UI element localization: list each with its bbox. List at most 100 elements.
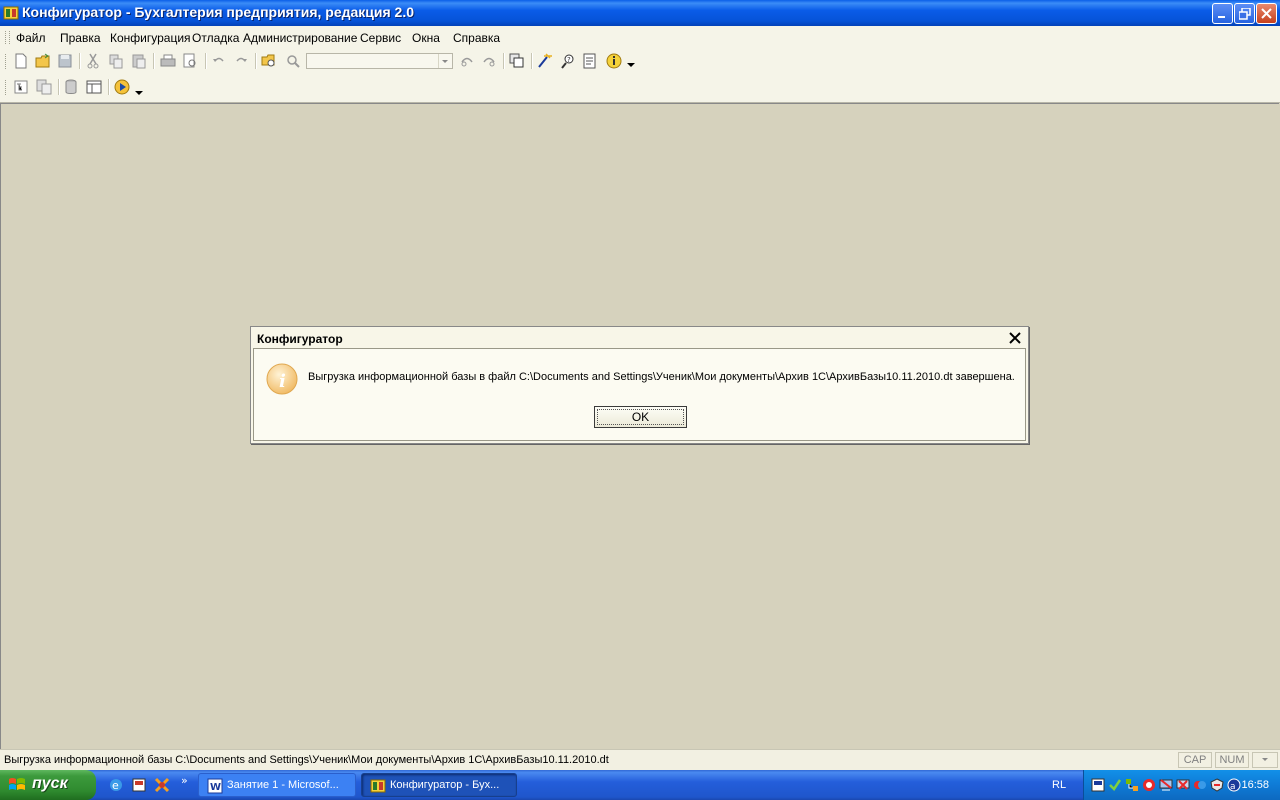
word-icon: W xyxy=(207,778,223,794)
quicklaunch-more-icon[interactable]: » xyxy=(181,774,188,787)
task-button-configurator[interactable]: Конфигуратор - Бух... xyxy=(361,773,517,797)
find-next-icon[interactable] xyxy=(458,52,476,70)
tray-save-icon[interactable] xyxy=(1091,778,1105,792)
redo-icon[interactable] xyxy=(232,52,250,70)
message-dialog: Конфигуратор i Выгрузка информационной б… xyxy=(250,326,1029,444)
menu-windows[interactable]: Окна xyxy=(412,31,440,45)
info-icon: i xyxy=(266,363,298,395)
1c-app-icon xyxy=(3,6,19,20)
toolbar-grip[interactable] xyxy=(5,54,8,69)
notes-icon[interactable] xyxy=(581,52,599,70)
properties-icon[interactable] xyxy=(85,78,103,96)
save-icon[interactable] xyxy=(56,52,74,70)
tray-security-icon[interactable] xyxy=(1210,778,1224,792)
chevron-down-icon xyxy=(1262,758,1268,761)
start-label: пуск xyxy=(32,775,68,792)
tray-check-icon[interactable] xyxy=(1108,778,1122,792)
close-button[interactable] xyxy=(1256,3,1277,24)
open-file-icon[interactable] xyxy=(34,52,52,70)
config-compare-icon[interactable] xyxy=(35,78,53,96)
chevron-down-icon xyxy=(442,60,448,63)
windows-logo-icon xyxy=(9,778,25,790)
toolbar-separator xyxy=(108,79,110,95)
tray-network-icon[interactable] xyxy=(1125,778,1139,792)
restore-button[interactable] xyxy=(1234,3,1255,24)
caps-lock-indicator: CAP xyxy=(1178,752,1212,768)
minimize-button[interactable] xyxy=(1212,3,1233,24)
paste-icon[interactable] xyxy=(130,52,148,70)
task-label: Конфигуратор - Бух... xyxy=(390,779,500,791)
undo-icon[interactable] xyxy=(210,52,228,70)
tray-update-icon[interactable]: a xyxy=(1227,778,1241,792)
config-tree-icon[interactable] xyxy=(12,78,30,96)
toolbar-separator xyxy=(153,53,155,69)
new-file-icon[interactable] xyxy=(12,52,30,70)
language-indicator[interactable]: RL xyxy=(1052,779,1066,791)
toolbar-grip[interactable] xyxy=(5,80,8,95)
chevron-down-icon[interactable] xyxy=(626,60,636,70)
menu-debug[interactable]: Отладка xyxy=(192,31,239,45)
wizard-icon[interactable] xyxy=(536,52,554,70)
print-icon[interactable] xyxy=(159,52,177,70)
ok-button[interactable]: OK xyxy=(594,406,687,428)
toolbar-separator xyxy=(79,53,81,69)
toolbar-separator xyxy=(58,79,60,95)
run-debug-icon[interactable] xyxy=(113,78,131,96)
menu-edit[interactable]: Правка xyxy=(60,31,101,45)
tray-monitor-icon[interactable] xyxy=(1159,778,1173,792)
search-combo[interactable] xyxy=(306,53,453,69)
status-bar: Выгрузка информационной базы C:\Document… xyxy=(0,749,1280,771)
find-in-tree-icon[interactable] xyxy=(260,52,278,70)
status-text: Выгрузка информационной базы C:\Document… xyxy=(4,754,609,766)
restore-icon xyxy=(1239,8,1251,20)
num-lock-indicator: NUM xyxy=(1215,752,1249,768)
svg-text:i: i xyxy=(279,371,286,392)
toolbar-separator xyxy=(503,53,505,69)
start-button[interactable]: пуск xyxy=(0,770,96,800)
svg-text:e: e xyxy=(112,779,119,792)
status-panel-extra xyxy=(1252,752,1278,768)
toolbar-separator xyxy=(531,53,533,69)
toolbar-separator xyxy=(205,53,207,69)
windows-icon[interactable] xyxy=(508,52,526,70)
info-icon[interactable] xyxy=(605,52,623,70)
close-icon[interactable] xyxy=(1008,331,1022,345)
svg-text:a: a xyxy=(1230,782,1236,792)
menu-configuration[interactable]: Конфигурация xyxy=(110,31,191,45)
cut-icon[interactable] xyxy=(84,52,102,70)
tray-disconnected-icon[interactable] xyxy=(1176,778,1190,792)
toolbar-separator xyxy=(255,53,257,69)
close-icon xyxy=(1261,8,1272,19)
clock[interactable]: 16:58 xyxy=(1241,779,1269,791)
print-preview-icon[interactable] xyxy=(181,52,199,70)
database-icon[interactable] xyxy=(62,78,80,96)
find-prev-icon[interactable] xyxy=(480,52,498,70)
ie-icon[interactable]: e xyxy=(108,777,124,793)
menu-file[interactable]: Файл xyxy=(16,31,46,45)
1c-icon xyxy=(370,779,386,793)
tool-quicklaunch-icon[interactable] xyxy=(154,777,170,793)
svg-text:W: W xyxy=(210,782,221,793)
syntax-helper-icon[interactable]: ? xyxy=(559,52,577,70)
app-quicklaunch-icon[interactable] xyxy=(131,777,147,793)
search-icon[interactable] xyxy=(284,52,302,70)
menu-service[interactable]: Сервис xyxy=(360,31,401,45)
task-button-word[interactable]: W Занятие 1 - Microsof... xyxy=(198,773,356,797)
minimize-icon xyxy=(1218,16,1225,18)
title-bar[interactable]: Конфигуратор - Бухгалтерия предприятия, … xyxy=(0,0,1280,26)
chevron-down-icon[interactable] xyxy=(134,88,144,98)
tray-messenger-icon[interactable] xyxy=(1193,778,1207,792)
copy-icon[interactable] xyxy=(107,52,125,70)
dialog-title: Конфигуратор xyxy=(257,332,343,346)
standard-toolbar: ? xyxy=(0,48,1280,74)
tray-antivirus-icon[interactable] xyxy=(1142,778,1156,792)
svg-text:?: ? xyxy=(567,56,571,64)
menubar-grip[interactable] xyxy=(5,31,10,44)
search-combo-arrow[interactable] xyxy=(438,54,452,68)
menu-help[interactable]: Справка xyxy=(453,31,500,45)
window-title: Конфигуратор - Бухгалтерия предприятия, … xyxy=(22,4,415,20)
config-toolbar xyxy=(0,74,1280,103)
menu-administration[interactable]: Администрирование xyxy=(243,31,357,45)
taskbar: пуск e » W Занятие 1 - Microsof... Конфи… xyxy=(0,770,1280,800)
dialog-body: i Выгрузка информационной базы в файл C:… xyxy=(253,348,1026,441)
